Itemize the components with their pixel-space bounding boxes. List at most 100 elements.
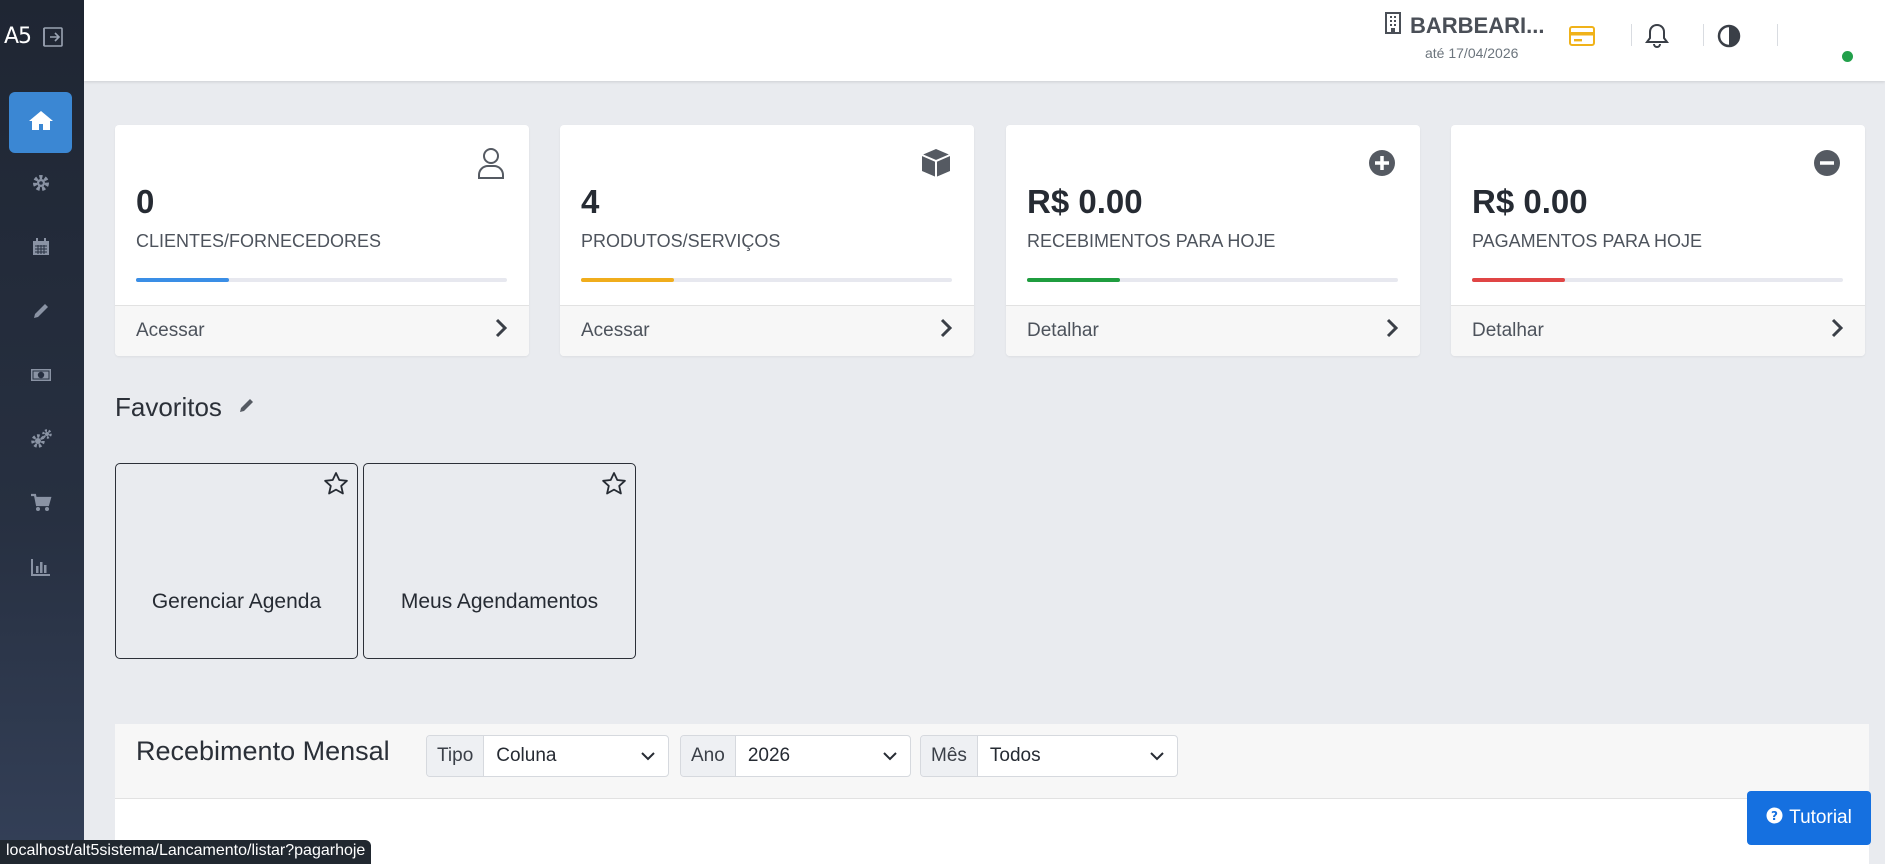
stat-card-receivables: R$ 0.00 RECEBIMENTOS PARA HOJE Detalhar [1006,125,1420,356]
money-icon [30,366,52,389]
chevron-down-icon [882,745,898,767]
select-value: 2026 [747,745,791,766]
chevron-right-icon [1830,318,1844,344]
company-name: BARBEARI... [1410,13,1545,38]
stat-footer-link[interactable]: Acessar [115,305,529,356]
star-icon[interactable] [601,471,627,497]
stat-progress-bar [136,278,507,282]
stat-value: 4 [581,183,600,220]
panel-header: Recebimento Mensal Tipo Coluna Ano 2026 … [115,724,1869,799]
sidebar-item-settings[interactable] [9,155,72,216]
panel-title: Recebimento Mensal [136,736,390,766]
stat-footer-link[interactable]: Detalhar [1006,305,1420,356]
billing-button[interactable] [1566,22,1598,54]
favorite-label: Gerenciar Agenda [151,590,322,613]
stat-label: RECEBIMENTOS PARA HOJE [1027,231,1276,251]
sidebar-header: A5 [0,0,84,73]
subscription-expiry: até 17/04/2026 [1425,45,1519,61]
sidebar-item-configuration[interactable] [9,411,72,472]
browser-status-url: localhost/alt5sistema/Lancamento/listar?… [0,840,372,864]
sidebar-item-reports[interactable] [9,539,72,600]
user-icon [475,147,507,179]
stat-progress-fill [581,278,674,282]
theme-toggle-button[interactable] [1713,22,1745,54]
favorite-card[interactable]: Gerenciar Agenda [115,463,358,659]
month-filter: Mês Todos [920,735,1178,777]
tutorial-label: Tutorial [1789,807,1852,828]
chevron-down-icon [640,745,656,767]
svg-text:?: ? [1771,809,1778,823]
stat-value: 0 [136,183,155,220]
header-divider [1777,24,1778,46]
edit-favorites-pencil-icon[interactable] [238,396,256,419]
stat-label: PAGAMENTOS PARA HOJE [1472,231,1703,251]
stat-value: R$ 0.00 [1027,183,1143,220]
sidebar-item-calendar[interactable] [9,219,72,280]
chevron-right-icon [494,318,508,344]
company-name-row: BARBEARI... [1384,12,1544,40]
favorite-card[interactable]: Meus Agendamentos [363,463,636,659]
year-select[interactable]: 2026 [736,736,910,776]
sidebar-item-shop[interactable] [9,475,72,536]
bell-icon [1645,23,1669,54]
box-icon [920,147,952,179]
sidebar-item-home[interactable] [9,92,72,153]
tutorial-button[interactable]: ? Tutorial [1747,791,1871,845]
stat-label: CLIENTES/FORNECEDORES [136,231,382,251]
stat-footer-link[interactable]: Acessar [560,305,974,356]
stat-card-products: 4 PRODUTOS/SERVIÇOS Acessar [560,125,974,356]
stat-footer-link[interactable]: Detalhar [1451,305,1865,356]
top-bar: BARBEARI... até 17/04/2026 [84,0,1885,81]
stat-progress-bar [581,278,952,282]
sidebar-collapse-icon[interactable] [41,25,65,49]
credit-card-icon [1569,25,1595,51]
favorites-title: Favoritos [115,392,222,422]
favorite-label: Meus Agendamentos [400,590,599,613]
contrast-icon [1717,24,1741,53]
type-select[interactable]: Coluna [484,736,668,776]
year-filter: Ano 2026 [680,735,911,777]
bar-chart-icon [30,557,52,582]
star-icon[interactable] [323,471,349,497]
stat-action-label: Acessar [581,320,650,341]
chevron-right-icon [939,318,953,344]
stat-action-label: Detalhar [1472,320,1544,341]
minus-circle-icon [1811,147,1843,179]
stat-progress-fill [136,278,229,282]
calendar-icon [31,237,51,262]
filter-label: Mês [921,736,978,776]
plus-circle-icon [1366,147,1398,179]
stat-action-label: Acessar [136,320,205,341]
monthly-receipts-panel: Recebimento Mensal Tipo Coluna Ano 2026 … [115,724,1869,864]
stat-card-payables: R$ 0.00 PAGAMENTOS PARA HOJE Detalhar [1451,125,1865,356]
stat-progress-fill [1027,278,1120,282]
stat-progress-fill [1472,278,1565,282]
sidebar: A5 [0,0,84,864]
month-select[interactable]: Todos [978,736,1177,776]
sidebar-item-finance[interactable] [9,347,72,408]
home-icon [28,109,54,136]
gear-icon [31,173,51,198]
filter-label: Ano [681,736,736,776]
stat-label: PRODUTOS/SERVIÇOS [581,231,781,251]
building-icon [1384,12,1402,40]
pencil-icon [31,301,51,326]
type-filter: Tipo Coluna [426,735,669,777]
stat-action-label: Detalhar [1027,320,1099,341]
cart-icon [30,493,52,518]
sidebar-item-edit[interactable] [9,283,72,344]
online-status-dot [1842,51,1853,62]
gears-icon [29,428,53,455]
stat-value: R$ 0.00 [1472,183,1588,220]
select-value: Todos [989,745,1041,766]
select-value: Coluna [496,745,557,766]
stat-progress-bar [1027,278,1398,282]
chevron-right-icon [1385,318,1399,344]
filter-label: Tipo [427,736,485,776]
header-divider [1631,24,1632,46]
notifications-button[interactable] [1641,22,1673,54]
stat-card-clients: 0 CLIENTES/FORNECEDORES Acessar [115,125,529,356]
favorites-header: Favoritos [115,392,256,423]
app-logo: A5 [4,24,32,49]
header-divider [1703,24,1704,46]
